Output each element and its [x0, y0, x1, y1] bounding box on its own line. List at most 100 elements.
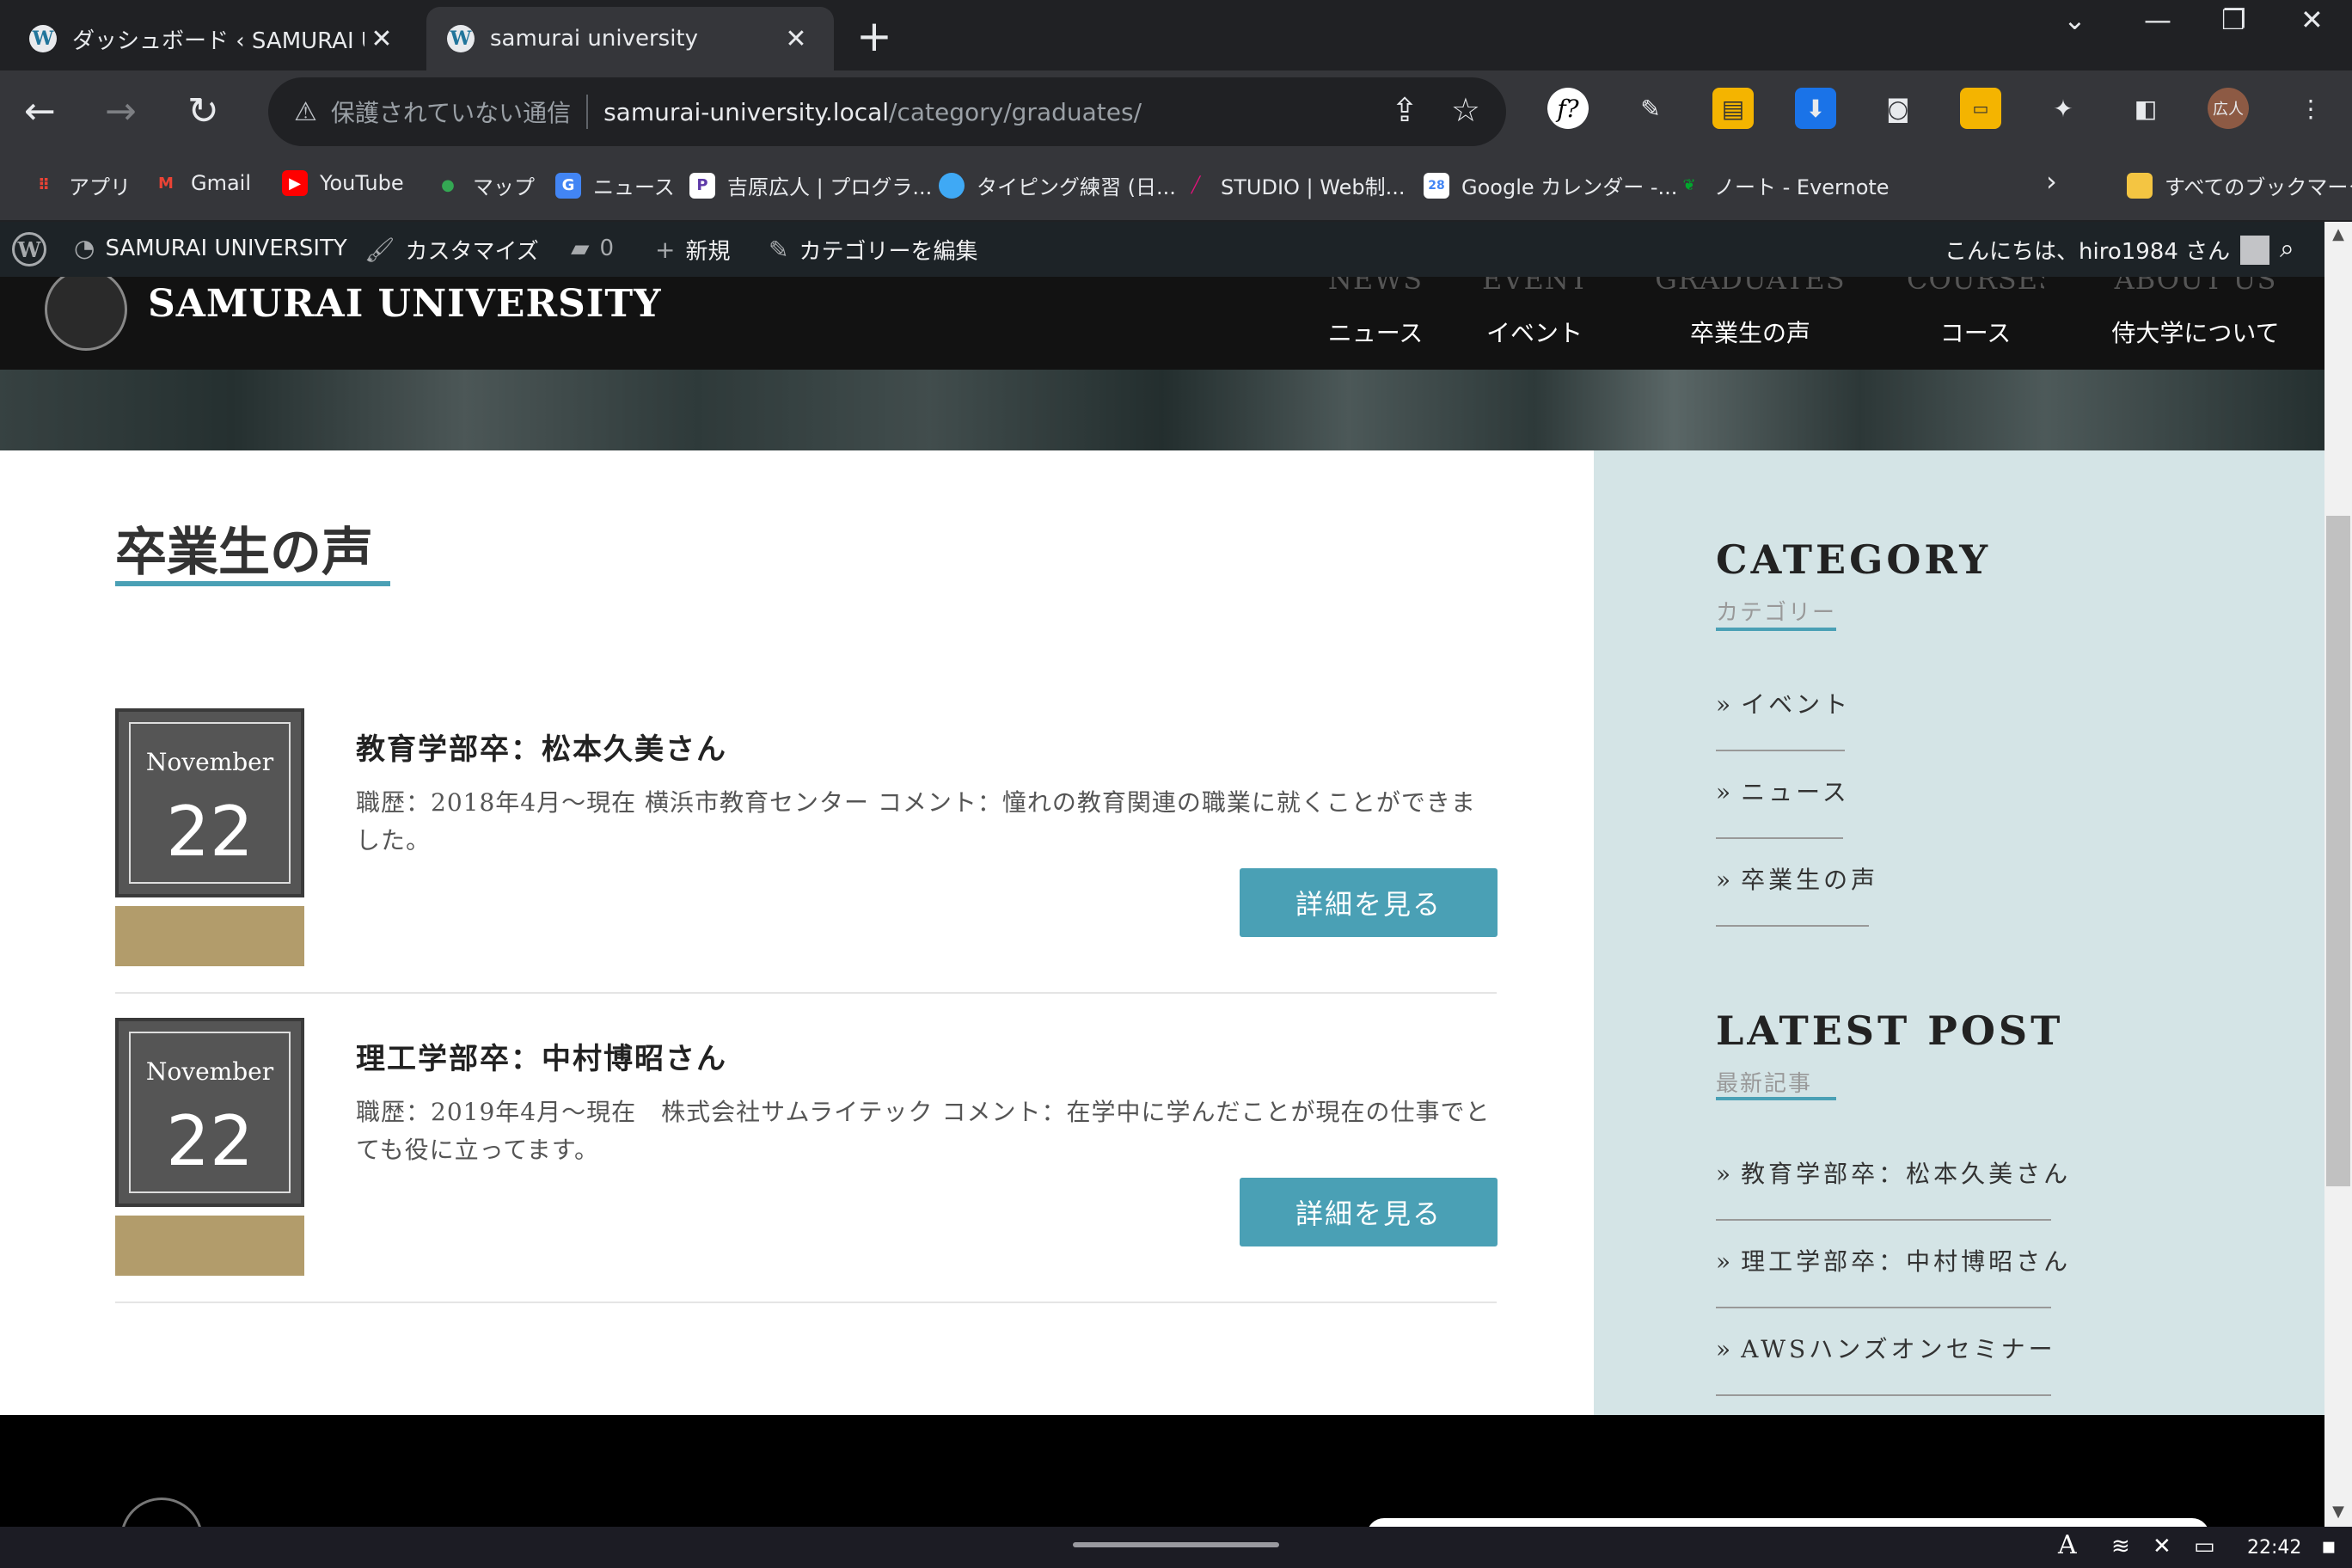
address-bar[interactable]: ⚠ 保護されていない通信 samurai-university.local/ca…: [268, 77, 1506, 146]
tab-title: ダッシュボード ‹ SAMURAI UNIV: [72, 28, 364, 54]
tab-search-chevron-icon[interactable]: ⌄: [2063, 3, 2086, 36]
bookmark-calendar[interactable]: 28 Google カレンダー -...: [1424, 170, 1677, 200]
site-title[interactable]: SAMURAI UNIVERSITY: [148, 282, 662, 326]
sidebar-category-link[interactable]: » 卒業生の声: [1716, 861, 1875, 927]
more-bookmarks-chevron-icon[interactable]: ›: [2046, 165, 2057, 198]
new-tab-button[interactable]: +: [856, 12, 892, 60]
download-extension-icon[interactable]: ⬇: [1795, 88, 1836, 129]
bookmarks-bar: ⠿ アプリ M Gmail ▶ YouTube ● マップ G ニュース P 吉原広人 | …: [0, 153, 2352, 222]
share-icon[interactable]: ⇪: [1391, 91, 1418, 129]
double-chevron-icon: »: [1716, 778, 1735, 806]
nav-event[interactable]: EVENT イベント: [1482, 277, 1587, 349]
menu-kebab-icon[interactable]: ⋮: [2290, 88, 2331, 129]
sidebar-latest-post-link[interactable]: » AWSハンズオンセミナー: [1716, 1331, 2053, 1396]
sidebar-latest-post-link[interactable]: » 教育学部卒：松本久美さん: [1716, 1155, 2067, 1221]
page-title: 卒業生の声: [115, 523, 373, 583]
close-window-icon[interactable]: ✕: [2300, 3, 2324, 36]
double-chevron-icon: »: [1716, 1247, 1735, 1276]
admin-site-name[interactable]: ◔ SAMURAI UNIVERSITY: [74, 234, 347, 262]
post-title[interactable]: 理工学部卒：中村博昭さん: [356, 1035, 727, 1077]
sidebar-category-link[interactable]: » ニュース: [1716, 774, 1847, 839]
admin-comments[interactable]: ▰ 0: [571, 234, 614, 262]
bookmark-apps[interactable]: ⠿ アプリ: [31, 170, 131, 200]
user-avatar: [2240, 235, 2270, 265]
notes-extension-icon[interactable]: ▤: [1712, 88, 1754, 129]
bookmark-youtube[interactable]: ▶ YouTube: [282, 170, 404, 196]
whatfont-extension-icon[interactable]: f?: [1547, 88, 1589, 129]
forward-arrow-icon[interactable]: →: [105, 88, 137, 136]
profile-p-icon: P: [689, 172, 715, 199]
comment-bubble-icon: ▰: [571, 234, 590, 262]
ime-indicator[interactable]: A: [2058, 1530, 2077, 1560]
footer-bar: [1367, 1518, 2209, 1527]
wp-logo-menu[interactable]: W: [12, 232, 46, 266]
category-subtitle-underline: [1716, 628, 1836, 631]
bookmark-studio[interactable]: ╱ STUDIO | Web制...: [1183, 170, 1406, 200]
category-widget-title: CATEGORY: [1716, 536, 1992, 583]
sidebar-latest-post-link[interactable]: » 理工学部卒：中村博昭さん: [1716, 1243, 2067, 1308]
camera-extension-icon[interactable]: ◙: [1877, 88, 1919, 129]
scroll-up-arrow-icon[interactable]: ▲: [2324, 225, 2352, 243]
bookmark-typing[interactable]: タイピング練習 (日...: [939, 170, 1176, 200]
post-title[interactable]: 教育学部卒：松本久美さん: [356, 726, 727, 768]
bookmark-all[interactable]: すべてのブックマーク: [2127, 170, 2352, 200]
admin-search-icon[interactable]: ⌕: [2280, 234, 2294, 264]
notification-icon[interactable]: ▪: [2321, 1534, 2337, 1559]
bookmark-profile[interactable]: P 吉原広人 | プログラ...: [689, 170, 932, 200]
tab-samurai-university[interactable]: W samurai university ✕: [426, 7, 834, 70]
admin-my-account[interactable]: こんにちは、hiro1984 さん: [1945, 234, 2270, 266]
view-details-button[interactable]: 詳細を見る: [1240, 868, 1498, 937]
nav-courses[interactable]: COURSES コース: [1907, 277, 2044, 349]
reload-icon[interactable]: ↻: [187, 88, 219, 136]
dashboard-gauge-icon: ◔: [74, 234, 95, 262]
minimize-icon[interactable]: —: [2144, 3, 2171, 36]
tab-dashboard[interactable]: W ダッシュボード ‹ SAMURAI UNIV ✕: [9, 7, 420, 70]
maps-pin-icon: ●: [441, 176, 455, 194]
battery-icon[interactable]: ▭: [2194, 1534, 2215, 1559]
nav-news[interactable]: NEWS ニュース: [1324, 277, 1427, 349]
bookmark-news[interactable]: G ニュース: [555, 170, 675, 200]
admin-customize[interactable]: 🖌 カスタマイズ: [364, 234, 539, 266]
bookmark-evernote[interactable]: ❦ ノート - Evernote: [1676, 170, 1889, 200]
latest-subtitle-underline: [1716, 1097, 1836, 1100]
extensions-puzzle-icon[interactable]: ✦: [2043, 88, 2084, 129]
eyedropper-extension-icon[interactable]: ✎: [1630, 88, 1671, 129]
scrollbar-thumb[interactable]: [2326, 516, 2350, 1186]
sidebar-category-link[interactable]: » イベント: [1716, 686, 1847, 751]
nav-graduates[interactable]: GRADUATES 卒業生の声: [1654, 277, 1847, 349]
calendar-icon: 28: [1424, 172, 1449, 199]
restore-icon[interactable]: ❐: [2221, 3, 2246, 36]
samurai-crest-logo[interactable]: [45, 277, 127, 351]
side-panel-icon[interactable]: ◧: [2125, 88, 2166, 129]
nav-about[interactable]: ABOUT US 侍大学について: [2110, 277, 2282, 349]
back-arrow-icon[interactable]: ←: [24, 88, 56, 136]
main-content: 卒業生の声 November 22 教育学部卒：松本久美さん 職歴：2018年4…: [0, 450, 1594, 1415]
page-title-underline: [115, 581, 390, 586]
profile-avatar[interactable]: 広人: [2208, 88, 2249, 129]
url-path: /category/graduates/: [889, 97, 1142, 126]
bookmark-star-icon[interactable]: ☆: [1451, 91, 1480, 129]
warning-triangle-icon[interactable]: ⚠: [294, 97, 317, 127]
home-indicator[interactable]: [1073, 1542, 1279, 1547]
view-details-button[interactable]: 詳細を見る: [1240, 1178, 1498, 1246]
wifi-icon[interactable]: ≋: [2111, 1534, 2130, 1559]
close-tab-icon[interactable]: ✕: [779, 24, 813, 54]
post-date-box: November 22: [115, 1018, 304, 1207]
post-day: 22: [166, 1101, 254, 1181]
admin-new[interactable]: + 新規: [655, 234, 730, 266]
clock[interactable]: 22:42: [2247, 1537, 2301, 1559]
tab-title: samurai university: [490, 26, 698, 52]
bookmark-gmail[interactable]: M Gmail: [153, 170, 251, 196]
speaker-muted-icon[interactable]: ✕: [2153, 1534, 2171, 1559]
insecure-connection-label[interactable]: 保護されていない通信: [331, 95, 589, 129]
close-tab-icon[interactable]: ✕: [364, 24, 399, 54]
wordpress-logo-icon: W: [12, 232, 46, 266]
wordpress-favicon-icon: W: [447, 25, 475, 52]
bookmark-maps[interactable]: ● マップ: [435, 170, 535, 200]
double-chevron-icon: »: [1716, 1335, 1735, 1363]
scroll-down-arrow-icon[interactable]: ▼: [2324, 1503, 2352, 1521]
apps-grid-icon: ⠿: [37, 176, 51, 194]
folder-extension-icon[interactable]: ▭: [1960, 88, 2001, 129]
wp-admin-bar: W ◔ SAMURAI UNIVERSITY 🖌 カスタマイズ ▰ 0 + 新規 ✎ カテ…: [0, 222, 2352, 277]
admin-edit-category[interactable]: ✎ カテゴリーを編集: [769, 234, 977, 266]
